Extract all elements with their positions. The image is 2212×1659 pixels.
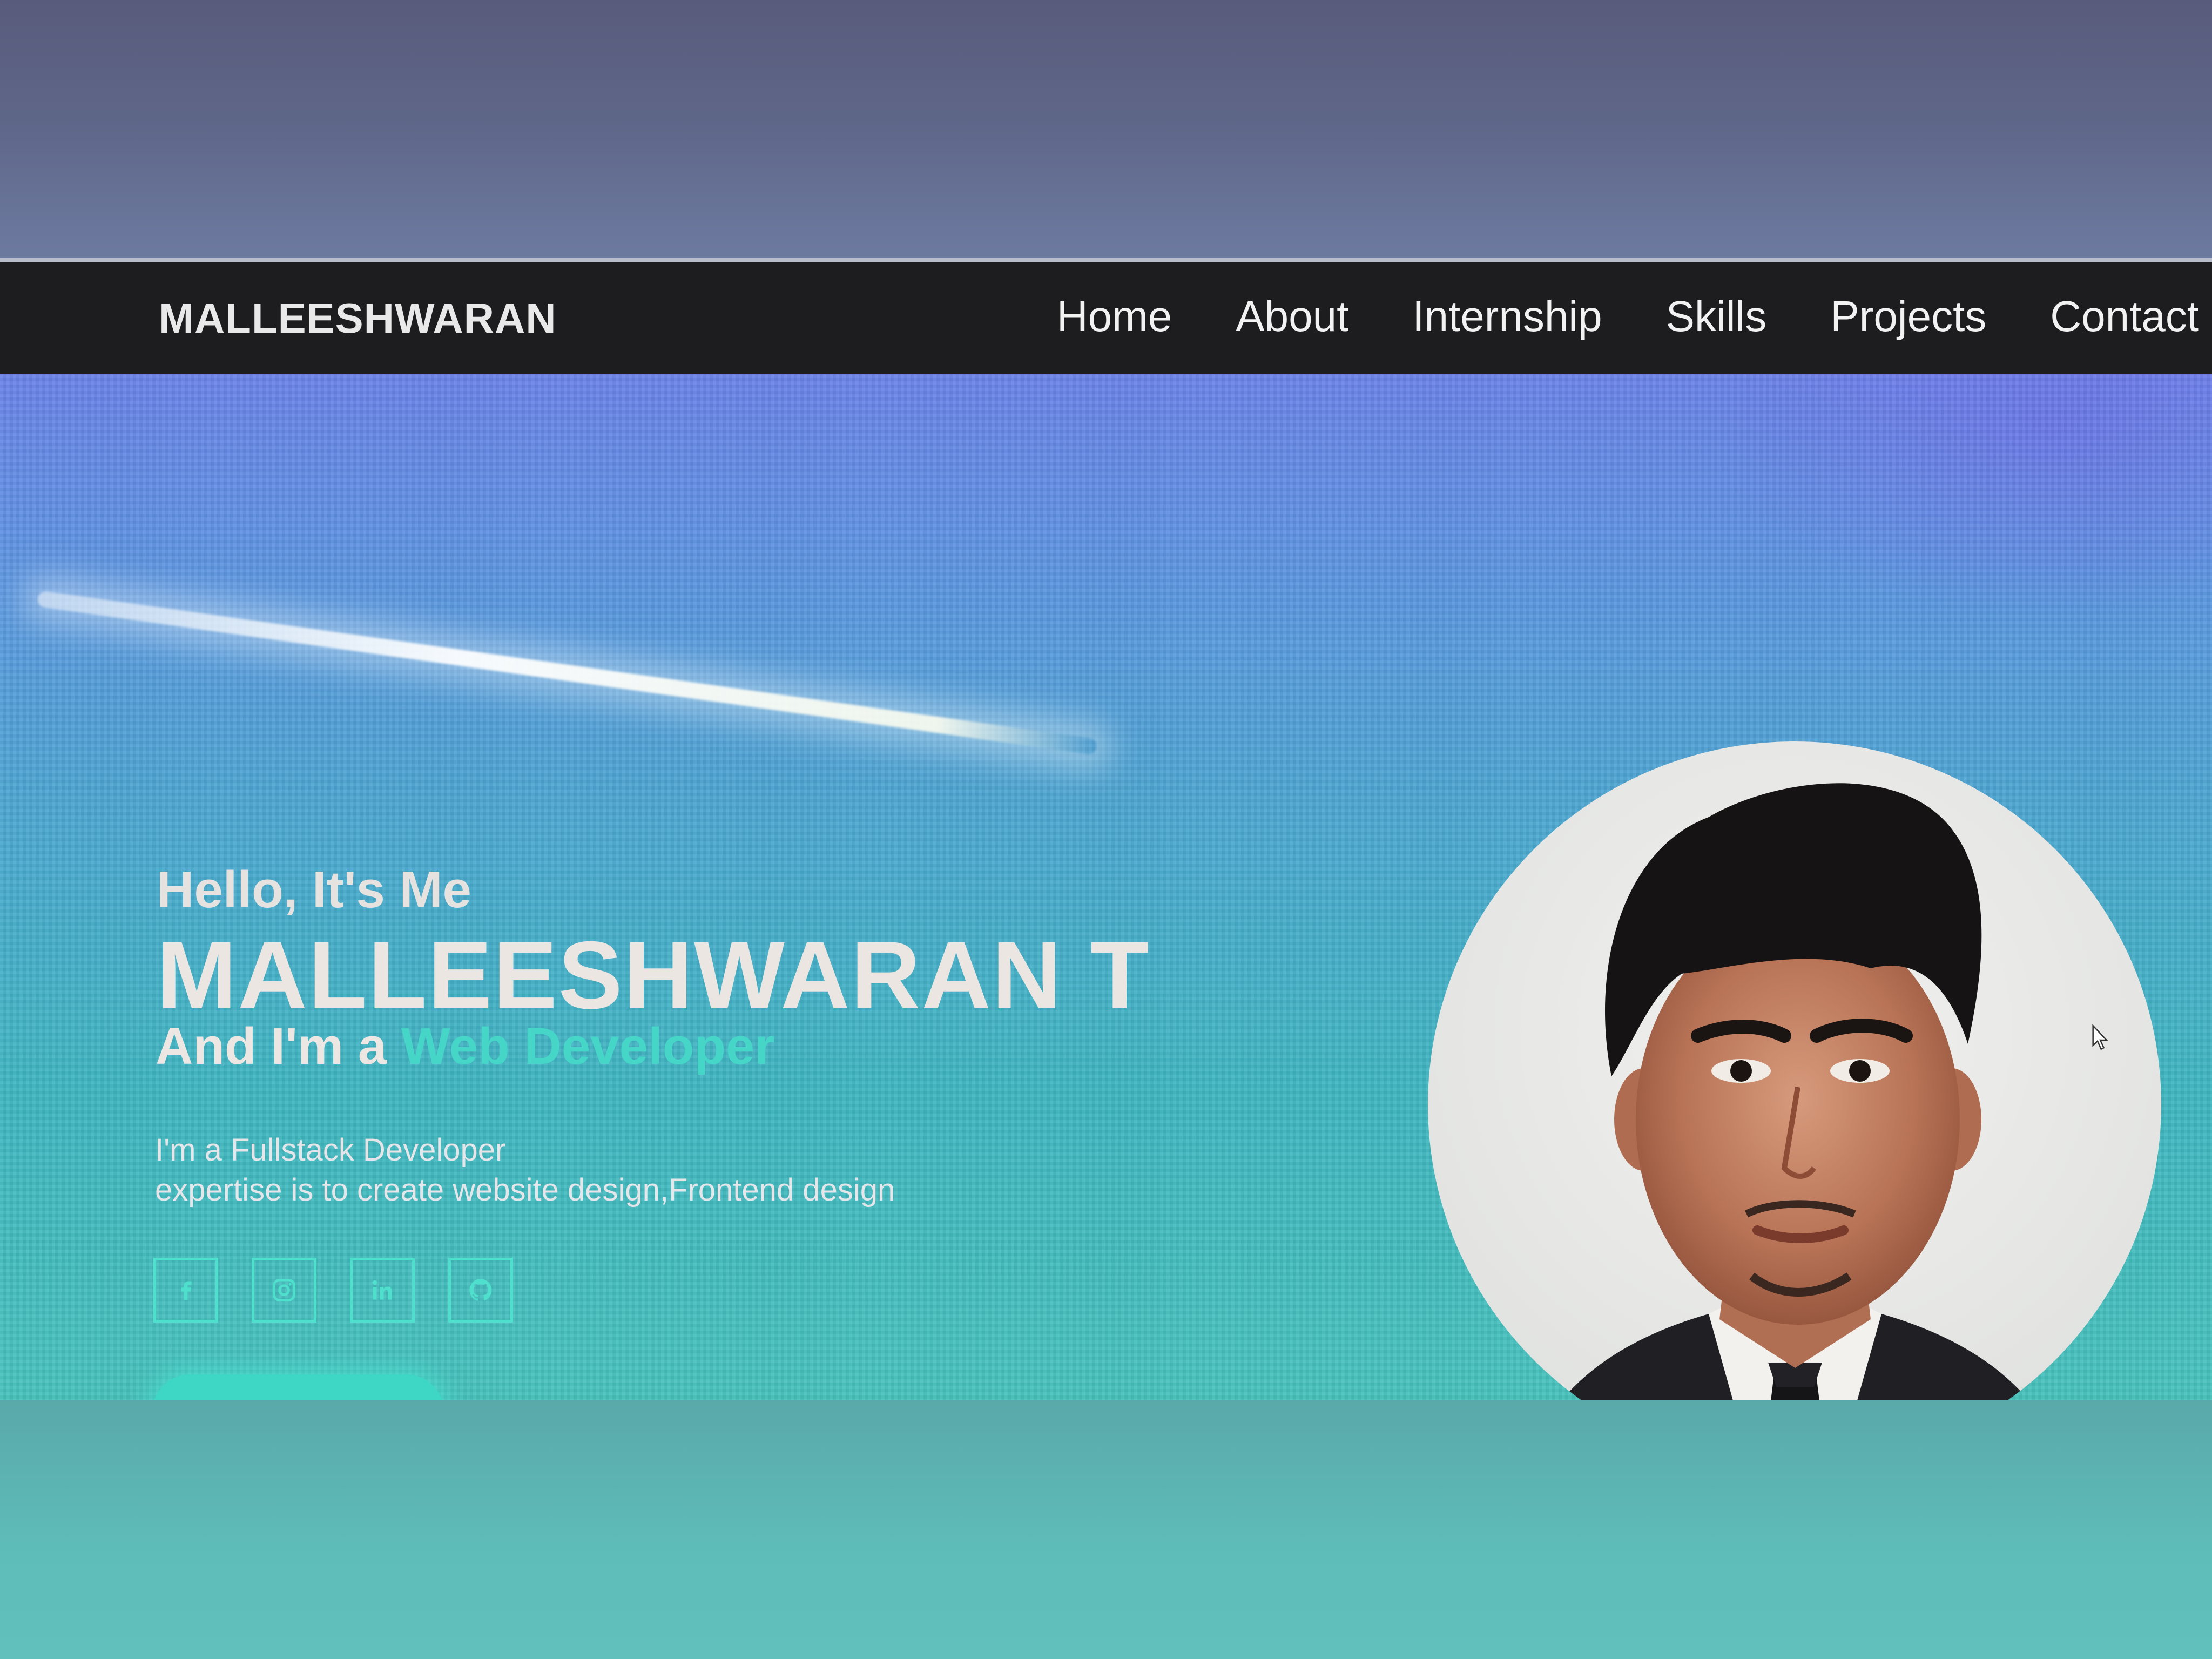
more-about-me-button[interactable]: More Abot Me: [152, 1374, 444, 1402]
monitor-bottom-area: [0, 1400, 2212, 1659]
instagram-icon: [273, 1279, 295, 1301]
facebook-icon: [181, 1281, 192, 1300]
social-links: [153, 1258, 513, 1323]
nav-link-contact[interactable]: Contact: [2050, 292, 2199, 341]
nav-link-internship[interactable]: Internship: [1412, 292, 1602, 341]
hero-description: I'm a Fullstack Developer expertise is t…: [155, 1130, 895, 1210]
hero-name: MALLEESHWARAN T: [157, 921, 1150, 1029]
facebook-link[interactable]: [153, 1258, 218, 1323]
github-link[interactable]: [448, 1258, 513, 1323]
monitor-top-area: [0, 0, 2212, 259]
nav-link-about[interactable]: About: [1236, 292, 1348, 341]
hero-role-line: And I'm a Web Developer: [156, 1017, 775, 1076]
nav-link-skills[interactable]: Skills: [1666, 292, 1767, 341]
hero-greeting: Hello, It's Me: [157, 861, 471, 919]
website-viewport: MALLEESHWARAN Home About Internship Skil…: [0, 258, 2212, 1402]
description-line-2: expertise is to create website design,Fr…: [155, 1172, 895, 1208]
nav-links: Home About Internship Skills Projects Co…: [1057, 292, 2199, 341]
brand-logo[interactable]: MALLEESHWARAN: [159, 294, 557, 343]
role-highlight: Web Developer: [401, 1017, 775, 1075]
description-line-1: I'm a Fullstack Developer: [155, 1132, 506, 1168]
instagram-link[interactable]: [252, 1258, 316, 1323]
mouse-pointer-icon: [2092, 1024, 2108, 1050]
nav-link-home[interactable]: Home: [1057, 292, 1172, 341]
nav-link-projects[interactable]: Projects: [1830, 292, 1986, 341]
navbar: MALLEESHWARAN Home About Internship Skil…: [0, 258, 2212, 374]
linkedin-icon: [372, 1280, 392, 1300]
screen-glare: [36, 590, 1098, 756]
linkedin-link[interactable]: [350, 1258, 415, 1323]
role-prefix: And I'm a: [156, 1017, 401, 1075]
github-icon: [469, 1279, 492, 1301]
